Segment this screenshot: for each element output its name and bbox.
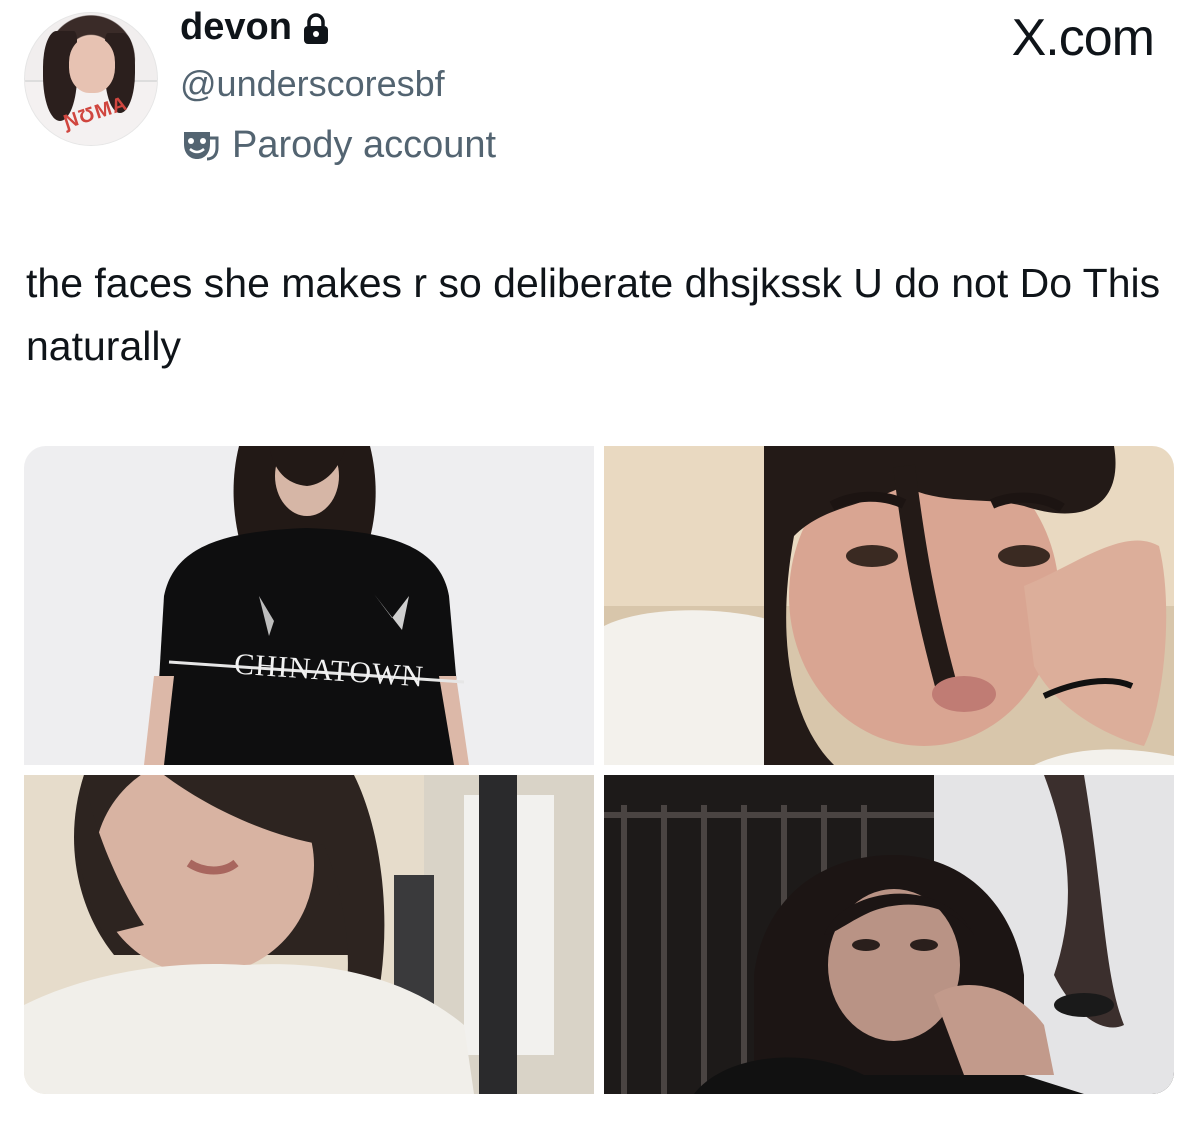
media-photo-4[interactable] (604, 775, 1174, 1094)
photo-2-image (604, 446, 1174, 765)
avatar-face (69, 37, 115, 93)
tweet-text: the faces she makes r so deliberate dhsj… (26, 260, 1161, 369)
photo-1-image (24, 446, 594, 765)
author-name-row: devon (180, 8, 330, 46)
photo-4-image (604, 775, 1174, 1094)
theater-mask-icon (180, 128, 220, 162)
media-photo-3[interactable] (24, 775, 594, 1094)
media-grid: CHINATOWN (24, 446, 1174, 1094)
lock-icon (302, 12, 330, 46)
author-avatar[interactable]: ƝƱMA (24, 12, 158, 146)
media-photo-1[interactable]: CHINATOWN (24, 446, 594, 765)
author-display-name[interactable]: devon (180, 8, 292, 46)
author-handle[interactable]: @underscoresbf (180, 66, 445, 102)
photo-3-image (24, 775, 594, 1094)
parody-account-label: Parody account (232, 124, 497, 166)
media-photo-2[interactable] (604, 446, 1174, 765)
parody-label-row: Parody account (180, 126, 496, 164)
x-brand-logo: X.com (1011, 9, 1155, 67)
